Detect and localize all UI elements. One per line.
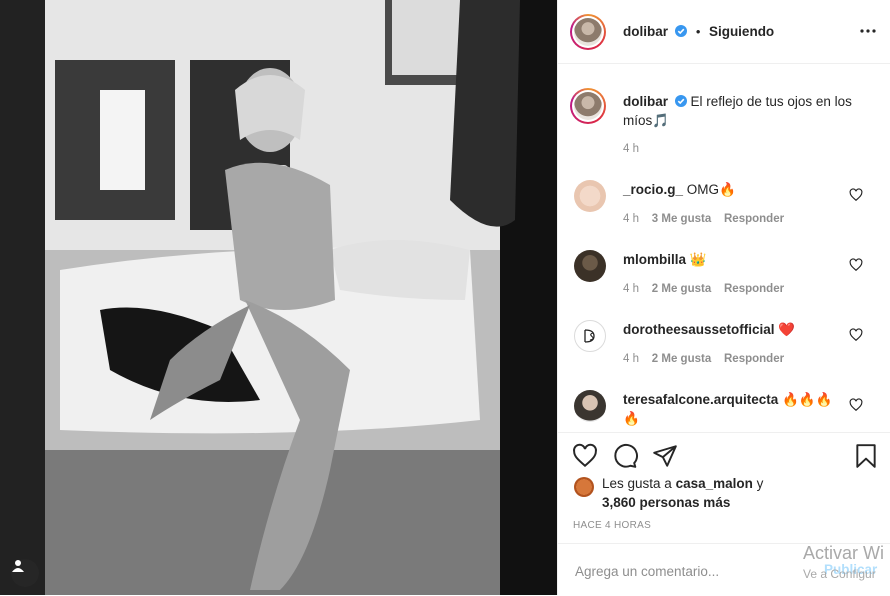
more-options-icon[interactable] bbox=[858, 26, 878, 36]
separator-dot: • bbox=[695, 24, 701, 39]
comment-time[interactable]: 4 h bbox=[623, 353, 639, 365]
likes-prefix: Les gusta a bbox=[602, 476, 672, 491]
comment-likes[interactable]: 3 Me gusta bbox=[652, 213, 711, 225]
activate-windows-line1: Activar Wi bbox=[803, 543, 884, 563]
likes-summary: Les gusta a casa_malon y 3,860 personas … bbox=[602, 474, 842, 512]
ds-logo-icon bbox=[584, 329, 595, 343]
caption-time[interactable]: 4 h bbox=[623, 143, 639, 155]
comment-meta: 4 h 2 Me gusta Responder bbox=[623, 353, 784, 365]
photo-image bbox=[0, 0, 557, 595]
verified-badge-icon bbox=[675, 25, 688, 37]
post-header: dolibar • Siguiendo bbox=[558, 0, 890, 64]
comment-emoji: ❤️ bbox=[778, 322, 796, 337]
reply-button[interactable]: Responder bbox=[724, 353, 784, 365]
caption-username[interactable]: dolibar bbox=[623, 94, 668, 109]
comment-meta: 4 h 3 Me gusta Responder bbox=[623, 213, 784, 225]
comment-time[interactable]: 4 h bbox=[623, 283, 639, 295]
post-photo[interactable] bbox=[0, 0, 557, 595]
heart-icon[interactable] bbox=[849, 398, 863, 412]
post-sidebar: dolibar • Siguiendo dolibar El reflejo d… bbox=[557, 0, 890, 595]
user-tag-button[interactable] bbox=[11, 559, 39, 587]
action-bar bbox=[558, 432, 890, 468]
author-username[interactable]: dolibar bbox=[623, 24, 668, 39]
likes-joiner: y bbox=[756, 476, 764, 491]
reply-button[interactable]: Responder bbox=[724, 213, 784, 225]
post-time[interactable]: HACE 4 HORAS bbox=[573, 520, 651, 531]
reply-button[interactable]: Responder bbox=[724, 283, 784, 295]
caption-avatar[interactable] bbox=[570, 88, 606, 124]
heart-icon[interactable] bbox=[572, 443, 598, 469]
caption: dolibar El reflejo de tus ojos en los mí… bbox=[623, 92, 873, 130]
share-icon[interactable] bbox=[652, 443, 678, 469]
author-avatar[interactable] bbox=[570, 14, 606, 50]
activate-windows-line2: Ve a Configur bbox=[803, 567, 876, 581]
comment-username[interactable]: teresafalcone.arquitecta bbox=[623, 392, 778, 407]
liker-username[interactable]: casa_malon bbox=[676, 476, 753, 491]
comment-icon[interactable] bbox=[612, 443, 638, 469]
comment-item: teresafalcone.arquitecta 🔥🔥🔥 🔥 bbox=[623, 390, 843, 428]
bookmark-icon[interactable] bbox=[853, 443, 879, 469]
comments-list[interactable]: dolibar El reflejo de tus ojos en los mí… bbox=[558, 64, 890, 432]
comment-emoji: 🔥 bbox=[719, 182, 736, 197]
liker-avatar[interactable] bbox=[574, 477, 594, 497]
comment-emoji: 👑 bbox=[689, 252, 707, 267]
comment-likes[interactable]: 2 Me gusta bbox=[652, 283, 711, 295]
comment-username[interactable]: _rocio.g_ bbox=[623, 182, 683, 197]
comment-likes[interactable]: 2 Me gusta bbox=[652, 353, 711, 365]
comment-username[interactable]: mlombilla bbox=[623, 252, 686, 267]
heart-icon[interactable] bbox=[849, 188, 863, 202]
verified-badge-icon bbox=[674, 95, 687, 107]
following-button[interactable]: Siguiendo bbox=[709, 24, 774, 39]
comment-avatar[interactable] bbox=[574, 180, 606, 212]
likes-others[interactable]: 3,860 personas más bbox=[602, 495, 730, 510]
comment-username[interactable]: dorotheesaussetofficial bbox=[623, 322, 775, 337]
comment-avatar[interactable] bbox=[574, 250, 606, 282]
comment-item: mlombilla 👑 bbox=[623, 250, 843, 269]
comment-item: _rocio.g_ OMG🔥 bbox=[623, 180, 843, 199]
heart-icon[interactable] bbox=[849, 328, 863, 342]
heart-icon[interactable] bbox=[849, 258, 863, 272]
comment-time[interactable]: 4 h bbox=[623, 213, 639, 225]
comment-avatar[interactable] bbox=[574, 390, 606, 422]
comment-text: OMG bbox=[686, 182, 720, 197]
caption-emoji: 🎵 bbox=[652, 113, 670, 128]
comment-item: dorotheesaussetofficial ❤️ bbox=[623, 320, 843, 339]
comment-avatar[interactable] bbox=[574, 320, 606, 352]
author-line: dolibar • Siguiendo bbox=[623, 23, 774, 41]
comment-input[interactable] bbox=[573, 558, 787, 584]
comment-meta: 4 h 2 Me gusta Responder bbox=[623, 283, 784, 295]
user-tag-icon bbox=[12, 560, 24, 572]
